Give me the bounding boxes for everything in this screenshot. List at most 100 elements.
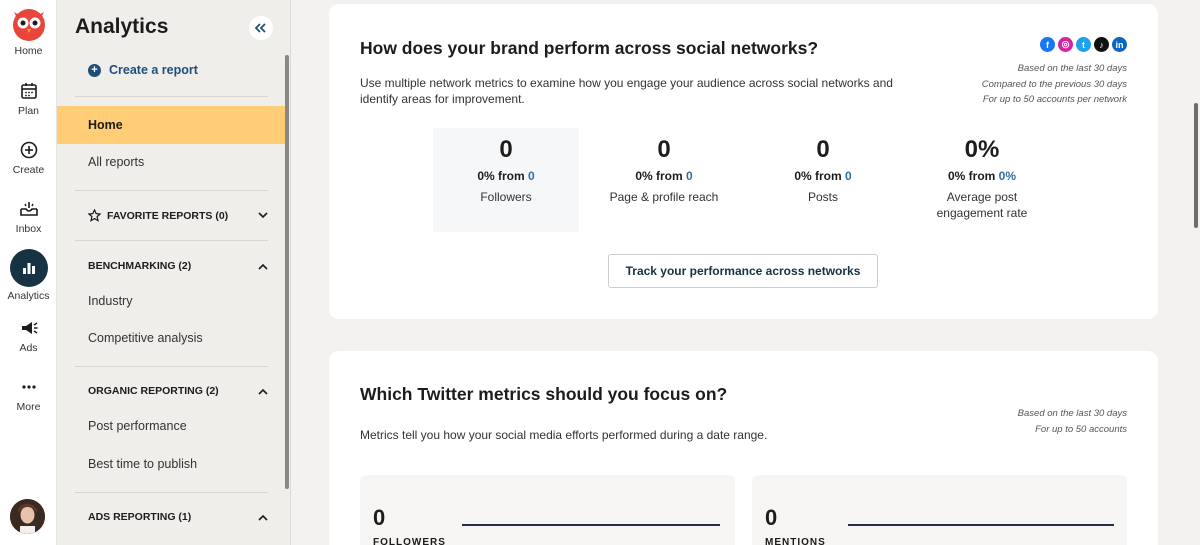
rail-more[interactable]: More — [0, 376, 57, 413]
change-prefix: 0% from — [947, 169, 996, 183]
card-title: How does your brand perform across socia… — [360, 38, 819, 58]
change-prefix: 0% from — [794, 169, 842, 183]
chevron-up-icon — [258, 263, 268, 270]
section-favorite-reports[interactable]: FAVORITE REPORTS (0) — [88, 209, 268, 222]
section-benchmarking[interactable]: BENCHMARKING (2) — [88, 260, 268, 272]
metric-value: 0% — [964, 136, 1000, 163]
star-icon — [88, 209, 101, 222]
metric-label: Posts — [807, 190, 838, 204]
analytics-sidebar: Analytics + Create a report Home All rep… — [57, 0, 291, 545]
collapse-sidebar-button[interactable] — [249, 16, 273, 40]
metric-reach: 0 0% from 0 Page & profile reach — [591, 128, 737, 232]
rail-home[interactable]: Home — [0, 6, 57, 57]
change-value: 0% — [998, 169, 1017, 183]
facebook-icon: f — [1040, 37, 1055, 52]
rail-ads[interactable]: Ads — [0, 317, 57, 354]
bar-chart-icon — [22, 263, 35, 274]
tiktok-icon: ♪ — [1094, 37, 1109, 52]
rail-label: Analytics — [7, 290, 50, 302]
metric-engagement-rate: 0% 0% from 0% Average post engagement ra… — [909, 128, 1055, 232]
twitter-metrics-card: Which Twitter metrics should you focus o… — [329, 351, 1158, 545]
sidebar-item-competitive-analysis[interactable]: Competitive analysis — [57, 319, 285, 357]
meta-line: Based on the last 30 days — [1017, 63, 1127, 74]
tile-value: 0 — [765, 505, 778, 530]
chevron-up-icon — [258, 388, 268, 395]
sidebar-item-post-performance[interactable]: Post performance — [57, 407, 285, 445]
sidebar-item-home[interactable]: Home — [57, 106, 285, 144]
metric-change: 0% from 0% — [909, 169, 1055, 183]
section-ads-reporting[interactable]: ADS REPORTING (1) — [88, 511, 268, 523]
track-performance-button[interactable]: Track your performance across networks — [608, 254, 878, 288]
metric-followers: 0 0% from 0 Followers — [433, 128, 579, 232]
rail-create[interactable]: Create — [0, 139, 57, 176]
rail-label: More — [16, 401, 41, 413]
calendar-icon — [20, 83, 37, 99]
rail-label: Inbox — [15, 223, 42, 235]
section-label: BENCHMARKING (2) — [88, 260, 192, 272]
metric-value: 0 — [657, 136, 671, 163]
sidebar-item-all-reports[interactable]: All reports — [57, 143, 285, 181]
tile-label: FOLLOWERS — [373, 537, 446, 545]
rail-analytics[interactable]: Analytics — [0, 249, 57, 302]
change-value: 0 — [528, 169, 535, 183]
tile-label: MENTIONS — [765, 537, 826, 545]
change-prefix: 0% from — [477, 169, 525, 183]
twitter-icon: t — [1076, 37, 1091, 52]
linkedin-icon: in — [1112, 37, 1127, 52]
active-indicator — [9, 249, 48, 287]
divider — [75, 240, 268, 241]
meta-line: Based on the last 30 days — [1017, 408, 1127, 419]
avatar[interactable] — [10, 499, 45, 534]
metric-value: 0 — [499, 136, 513, 163]
sidebar-item-industry[interactable]: Industry — [57, 282, 285, 320]
card-title: Which Twitter metrics should you focus o… — [360, 384, 728, 404]
trend-line — [848, 524, 1114, 526]
metric-posts: 0 0% from 0 Posts — [750, 128, 896, 232]
metric-change: 0% from 0 — [591, 169, 737, 183]
create-report-label: Create a report — [109, 63, 198, 77]
divider — [75, 190, 268, 191]
tile-value: 0 — [373, 505, 386, 530]
section-organic-reporting[interactable]: ORGANIC REPORTING (2) — [88, 385, 268, 397]
brand-performance-card: How does your brand perform across socia… — [329, 4, 1158, 319]
rail-label: Plan — [17, 105, 39, 117]
change-prefix: 0% from — [635, 169, 683, 183]
create-report-link[interactable]: + Create a report — [88, 63, 198, 77]
icon-rail: Home Plan Create Inbox Analytics Ads Mor… — [0, 0, 57, 545]
metric-change: 0% from 0 — [750, 169, 896, 183]
metric-change: 0% from 0 — [433, 169, 579, 183]
main-scrollbar[interactable] — [1194, 103, 1198, 228]
chevron-up-icon — [258, 514, 268, 521]
card-meta: Based on the last 30 days Compared to th… — [982, 61, 1127, 108]
sidebar-scrollbar[interactable] — [285, 55, 289, 489]
card-meta: Based on the last 30 days For up to 50 a… — [1018, 406, 1127, 437]
followers-tile[interactable]: 0 FOLLOWERS — [360, 475, 735, 545]
owl-icon — [12, 9, 45, 41]
double-chevron-left-icon — [255, 23, 266, 33]
card-description: Metrics tell you how your social media e… — [360, 428, 768, 442]
metric-value: 0 — [816, 136, 830, 163]
metric-label: Average post engagement rate — [936, 190, 1028, 220]
trend-line — [462, 524, 720, 526]
chevron-down-icon — [258, 212, 268, 219]
instagram-icon: ◎ — [1058, 37, 1073, 52]
inbox-icon — [19, 202, 38, 216]
rail-label: Create — [12, 164, 45, 176]
rail-label: Ads — [19, 342, 38, 354]
sidebar-item-best-time[interactable]: Best time to publish — [57, 445, 285, 483]
plus-circle-icon: + — [88, 63, 101, 77]
divider — [75, 366, 268, 367]
card-description: Use multiple network metrics to examine … — [360, 76, 893, 106]
megaphone-icon — [21, 322, 37, 334]
metric-label: Page & profile reach — [609, 190, 719, 204]
rail-plan[interactable]: Plan — [0, 80, 57, 117]
mentions-tile[interactable]: 0 MENTIONS — [752, 475, 1127, 545]
metric-label: Followers — [480, 190, 532, 204]
meta-line: Compared to the previous 30 days — [981, 78, 1127, 90]
rail-inbox[interactable]: Inbox — [0, 198, 57, 235]
change-value: 0 — [686, 169, 693, 183]
meta-line: For up to 50 accounts — [1035, 423, 1127, 435]
meta-line: For up to 50 accounts per network — [982, 94, 1127, 105]
divider — [75, 96, 268, 97]
rail-label: Home — [14, 45, 43, 57]
